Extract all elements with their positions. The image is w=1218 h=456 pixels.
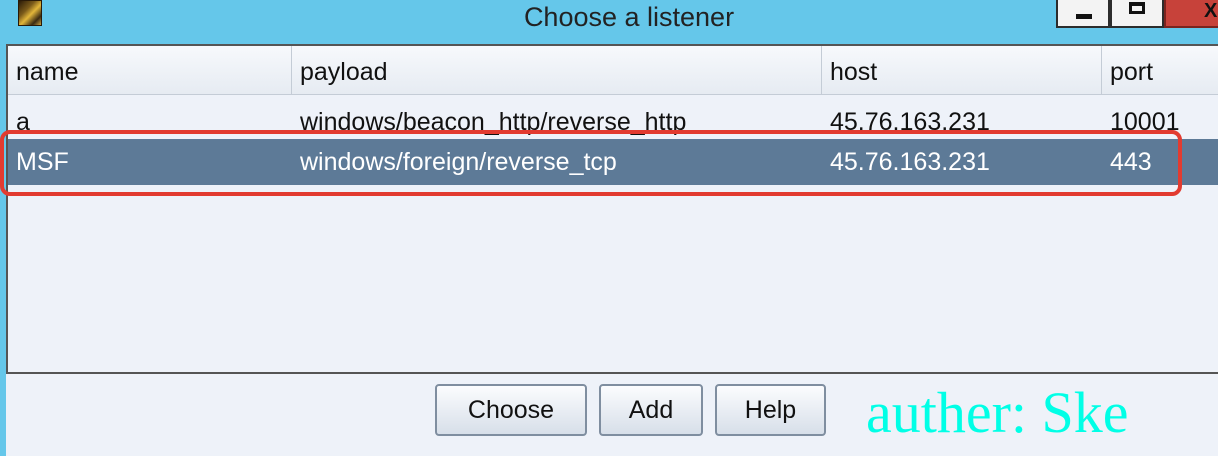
column-header-name[interactable]: name xyxy=(8,46,292,94)
column-header-port[interactable]: port xyxy=(1102,46,1218,94)
help-button[interactable]: Help xyxy=(715,384,826,436)
maximize-button[interactable] xyxy=(1110,0,1164,28)
annotation-highlight-box xyxy=(0,130,1182,196)
column-header-host[interactable]: host xyxy=(822,46,1102,94)
column-header-payload[interactable]: payload xyxy=(292,46,822,94)
title-bar[interactable]: Choose a listener X xyxy=(0,0,1218,40)
watermark-text: auther: Ske xyxy=(866,380,1129,445)
minimize-button[interactable] xyxy=(1056,0,1110,28)
window-title: Choose a listener xyxy=(523,2,735,32)
listener-table[interactable]: name payload host port a windows/beacon_… xyxy=(6,44,1218,374)
close-button[interactable]: X xyxy=(1164,0,1218,28)
choose-button[interactable]: Choose xyxy=(435,384,587,436)
table-header: name payload host port xyxy=(8,46,1218,95)
add-button[interactable]: Add xyxy=(599,384,703,436)
